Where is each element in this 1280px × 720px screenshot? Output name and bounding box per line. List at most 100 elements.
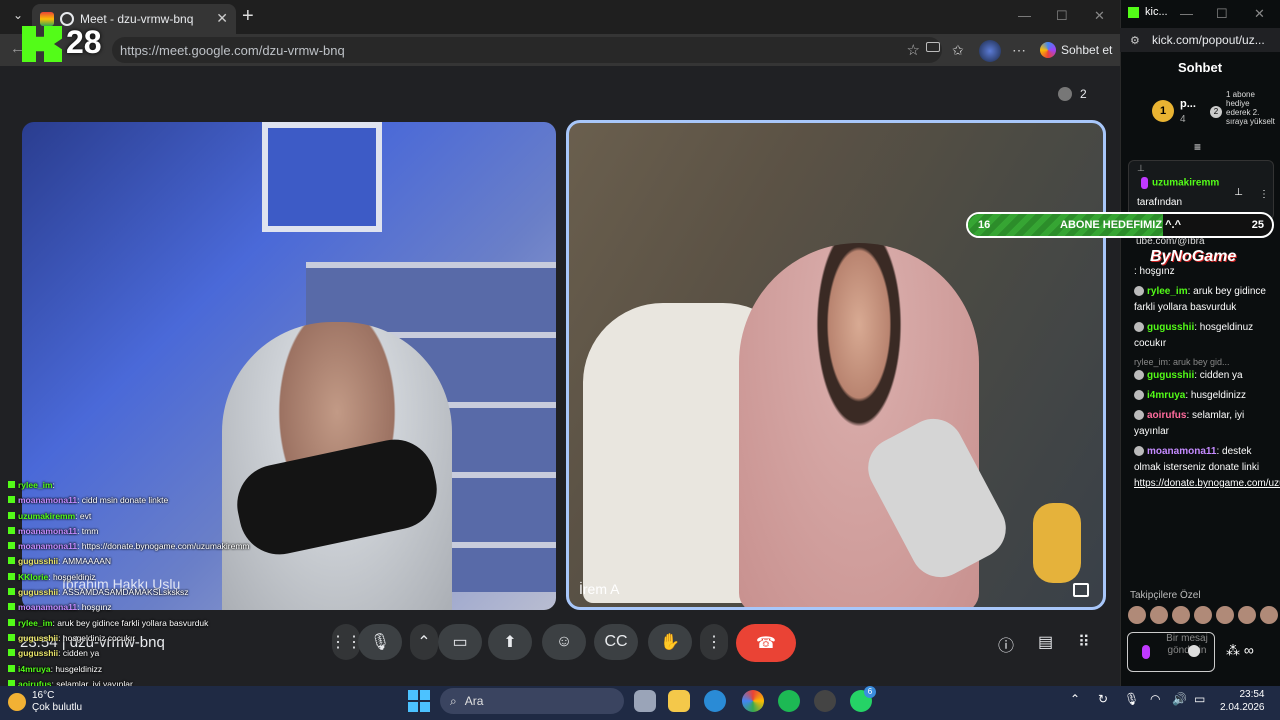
kick-maximize-icon[interactable]: ☐ (1216, 6, 1228, 22)
video-tile-irem[interactable]: İrem A (566, 120, 1106, 610)
edge-icon[interactable] (704, 690, 726, 712)
chat-input[interactable]: Bir mesaj gönderin (1127, 632, 1215, 672)
overlay-chat-line: gugusshii: hosgeldiniz cocukır (8, 631, 308, 646)
taskbar-search[interactable]: ⌕ Ara (440, 688, 624, 714)
overlay-chat-text: : hoşgeldiniz (48, 571, 96, 582)
captions-button[interactable]: CC (594, 624, 638, 660)
goal-target: 25 (1251, 219, 1264, 231)
chat-username[interactable]: aoirufus (1147, 410, 1186, 421)
copilot-chat-button[interactable]: Sohbet et (1040, 38, 1112, 62)
weather-temp: 16°C (32, 690, 55, 701)
user-avatar-icon (1134, 286, 1144, 297)
pinned-message[interactable]: ⊥ uzumakiremm tarafından ⊥ ⋮ (1128, 160, 1274, 220)
start-button[interactable] (408, 690, 430, 712)
tray-chevron-icon[interactable]: ⌃ (1070, 692, 1080, 706)
task-view-icon[interactable] (634, 690, 656, 712)
site-settings-icon: ⚙ (1130, 35, 1140, 47)
chat-tools: ⁂ ∞ (1226, 642, 1254, 659)
weather-widget[interactable]: 16°C Çok bulutlu (8, 690, 82, 714)
new-tab-button[interactable]: + (242, 6, 254, 26)
chat-icon[interactable]: ▤ (1038, 632, 1053, 652)
camera-button[interactable]: ▭ (438, 624, 482, 660)
overlay-chat-text: : hosgeldiniz cocukır (58, 632, 136, 643)
avatar[interactable] (1172, 606, 1190, 624)
collapse-icon[interactable]: ≡ (1194, 140, 1201, 154)
wifi-icon[interactable]: ◠ (1150, 692, 1160, 706)
pip-icon[interactable] (1073, 583, 1089, 597)
kick-address-bar[interactable]: ⚙ kick.com/popout/uz... (1120, 28, 1280, 52)
reply-preview: rylee_im: aruk bey gid... (1134, 357, 1230, 367)
kick-minimize-icon[interactable]: — (1180, 6, 1193, 21)
avatar[interactable] (1260, 606, 1278, 624)
bookmark-star-icon[interactable]: ☆ (907, 41, 920, 59)
tab-search-icon[interactable]: ⌄ (8, 8, 28, 26)
profile-favicon-icon (40, 12, 54, 26)
avatar[interactable] (1238, 606, 1256, 624)
weather-icon (8, 693, 26, 711)
unpin-icon[interactable]: ⊥ (1234, 187, 1243, 198)
rank-2-medal: 2 (1210, 106, 1222, 118)
tab-meet[interactable]: Meet - dzu-vrmw-bnq ✕ (32, 4, 236, 34)
chrome-icon[interactable] (742, 690, 764, 712)
donate-link[interactable]: https://donate.bynogame.com/uzumakiremm (1134, 478, 1280, 489)
copilot-chat-label: Sohbet et (1061, 43, 1113, 57)
emoji-button[interactable]: ☺ (542, 624, 586, 660)
chat-username[interactable]: rylee_im (1147, 286, 1188, 297)
apps-icon[interactable]: ⠿ (1078, 632, 1090, 652)
avatar[interactable] (1128, 606, 1146, 624)
mic-tray-icon[interactable]: 🎙 (1124, 692, 1139, 706)
avatar[interactable] (1216, 606, 1234, 624)
avatar[interactable] (1150, 606, 1168, 624)
end-call-button[interactable]: ☎ (736, 624, 796, 662)
info-icon[interactable]: ⓘ (998, 632, 1014, 656)
battery-icon[interactable]: ▭ (1194, 692, 1205, 706)
profile-avatar[interactable] (979, 40, 1001, 62)
camera-permission-icon[interactable] (926, 42, 940, 52)
kick-url: kick.com/popout/uz... (1152, 33, 1265, 47)
mic-badge-icon (1142, 645, 1150, 659)
overlay-chat-text: : cidden ya (58, 648, 100, 659)
pin-icon: ⊥ (1137, 163, 1145, 173)
desktop: ⌄ Meet - dzu-vrmw-bnq ✕ + — ☐ ✕ ← https:… (0, 0, 1280, 720)
close-window-icon[interactable]: ✕ (1094, 8, 1105, 24)
file-explorer-icon[interactable] (668, 690, 690, 712)
user-avatar-icon (1134, 322, 1144, 333)
overlay-chat-user: moanamona11 (18, 495, 78, 506)
users-icon[interactable]: ⁂ (1226, 642, 1240, 658)
emoji-icon[interactable] (1188, 645, 1200, 657)
chevron-up-icon[interactable]: ⌃ (410, 624, 438, 660)
pinned-more-icon[interactable]: ⋮ (1259, 189, 1269, 200)
menu-icon[interactable]: ⋯ (1012, 42, 1026, 59)
tab-close-icon[interactable]: ✕ (216, 10, 228, 27)
refresh-icon[interactable]: ↻ (1098, 692, 1108, 706)
kick-badge-icon (8, 526, 15, 534)
infinity-icon[interactable]: ∞ (1244, 642, 1254, 658)
avatar[interactable] (1194, 606, 1212, 624)
minimize-icon[interactable]: — (1018, 8, 1031, 23)
kick-close-icon[interactable]: ✕ (1254, 6, 1265, 22)
participants-badge[interactable]: 2 (1058, 84, 1087, 104)
obs-icon[interactable] (814, 690, 836, 712)
chat-username[interactable]: i4mruya (1147, 390, 1185, 401)
favorites-icon[interactable]: ✩ (952, 42, 964, 59)
taskbar-clock[interactable]: 23:54 2.04.2026 (1220, 688, 1265, 714)
kick-badge-icon (8, 557, 15, 565)
audio-level-icon[interactable]: ⋮⋮ (330, 624, 362, 660)
top-gifter-name: p... (1180, 98, 1196, 110)
maximize-icon[interactable]: ☐ (1056, 8, 1068, 24)
rank-1-medal: 1 (1152, 100, 1174, 122)
spotify-icon[interactable] (778, 690, 800, 712)
volume-icon[interactable]: 🔊 (1172, 692, 1187, 706)
more-options-button[interactable]: ⋮ (700, 624, 728, 660)
overlay-chat-text: : evt (75, 510, 92, 521)
chat-message: moanamona11: destek olmak isterseniz don… (1134, 444, 1280, 492)
chat-username[interactable]: gugusshii (1147, 322, 1194, 333)
overlay-chat-line: gugusshii: cidden ya (8, 646, 308, 661)
raise-hand-button[interactable]: ✋ (648, 624, 692, 660)
chat-username[interactable]: moanamona11 (1147, 446, 1216, 457)
chat-username[interactable]: gugusshii (1147, 370, 1194, 381)
microphone-button[interactable]: 🎙 (358, 624, 402, 660)
whatsapp-icon[interactable]: 6 (850, 686, 876, 712)
address-bar[interactable]: https://meet.google.com/dzu-vrmw-bnq ☆ (112, 37, 942, 63)
present-button[interactable]: ⬆ (488, 624, 532, 660)
